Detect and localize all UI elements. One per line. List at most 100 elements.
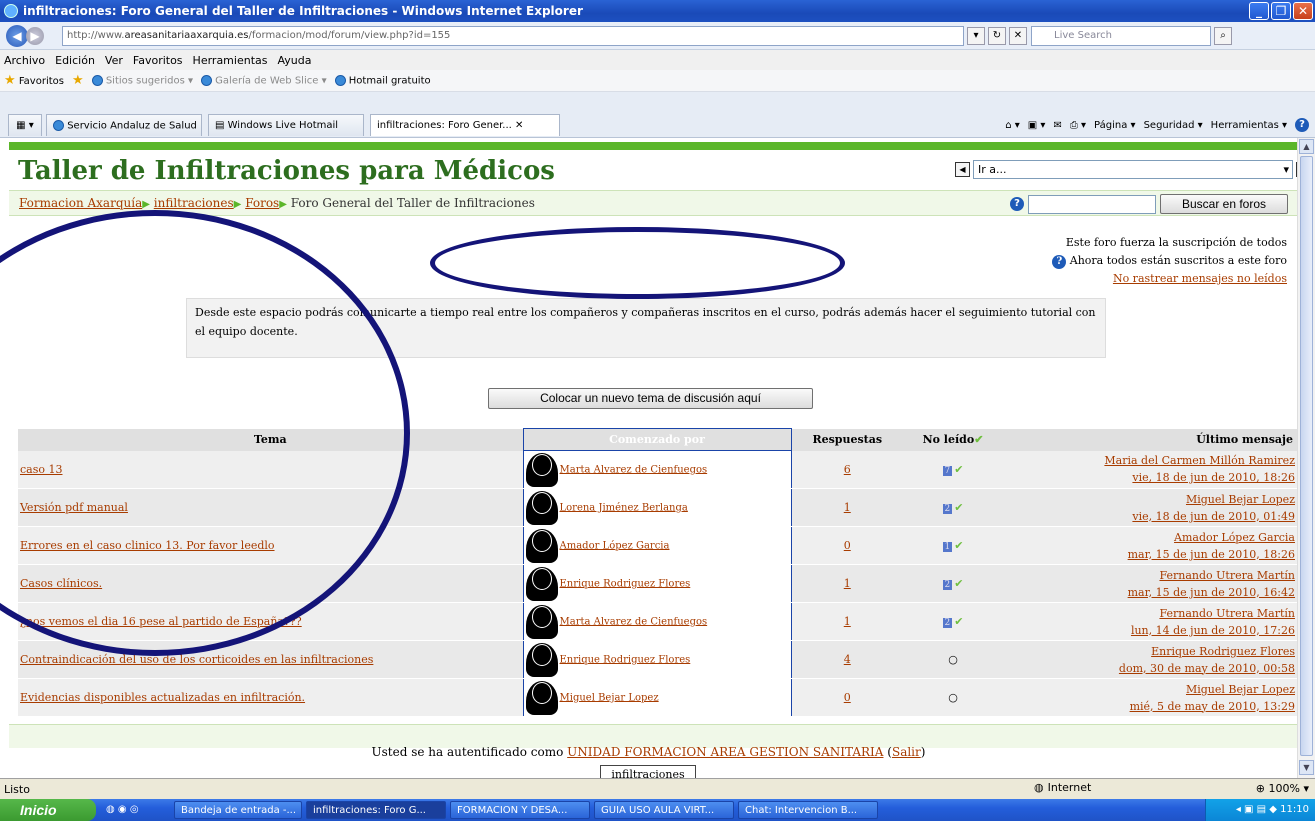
- replies-link[interactable]: 0: [844, 539, 851, 552]
- unread-count[interactable]: 7: [942, 465, 953, 476]
- prev-activity-button[interactable]: ◀: [955, 162, 970, 177]
- stop-icon[interactable]: ✕: [1009, 26, 1027, 45]
- replies-link[interactable]: 0: [844, 691, 851, 704]
- live-search-input[interactable]: Live Search: [1031, 25, 1211, 46]
- menu-archivo[interactable]: Archivo: [4, 54, 45, 67]
- desktop-icon[interactable]: ◎: [130, 804, 139, 815]
- tray-icons[interactable]: ◂ ▣ ▤ ◆: [1236, 804, 1277, 815]
- course-home-button[interactable]: infiltraciones: [600, 765, 696, 778]
- crumb-foros[interactable]: Foros: [245, 196, 279, 210]
- vertical-scrollbar[interactable]: ▲ ▼: [1297, 138, 1315, 778]
- author-link[interactable]: Marta Alvarez de Cienfuegos: [560, 616, 708, 627]
- help-icon[interactable]: ?: [1010, 197, 1024, 211]
- author-link[interactable]: Marta Alvarez de Cienfuegos: [560, 464, 708, 475]
- unread-count[interactable]: 2: [942, 618, 953, 628]
- mark-read-icon[interactable]: ✔: [954, 463, 963, 476]
- replies-link[interactable]: 4: [844, 653, 851, 666]
- last-post-date-link[interactable]: mar, 15 de jun de 2010, 16:42: [1128, 586, 1295, 599]
- media-icon[interactable]: ◉: [118, 804, 127, 815]
- feeds-icon[interactable]: ▣ ▾: [1028, 120, 1046, 131]
- taskbar-item[interactable]: FORMACION Y DESA...: [450, 801, 590, 819]
- crumb-infiltraciones[interactable]: infiltraciones: [154, 196, 234, 210]
- last-post-user-link[interactable]: Miguel Bejar Lopez: [1186, 493, 1295, 506]
- last-post-user-link[interactable]: Maria del Carmen Millón Ramirez: [1104, 454, 1295, 467]
- zoom-control[interactable]: ⊕ 100% ▾: [1256, 782, 1309, 795]
- author-link[interactable]: Enrique Rodriguez Flores: [560, 654, 691, 665]
- url-dropdown-icon[interactable]: ▾: [967, 26, 985, 45]
- taskbar-item-active[interactable]: infiltraciones: Foro G...: [306, 801, 446, 819]
- back-button[interactable]: ◀: [6, 24, 28, 47]
- mail-icon[interactable]: ✉: [1053, 120, 1061, 131]
- taskbar-item[interactable]: Chat: Intervencion B...: [738, 801, 878, 819]
- tab-hotmail[interactable]: ▤ Windows Live Hotmail: [208, 114, 364, 136]
- scroll-down-icon[interactable]: ▼: [1299, 760, 1314, 775]
- menu-edicion[interactable]: Edición: [55, 54, 95, 67]
- mark-read-icon[interactable]: ✔: [954, 615, 963, 628]
- fav-suggested-sites[interactable]: Sitios sugeridos ▾: [91, 74, 193, 86]
- taskbar-item[interactable]: Bandeja de entrada -...: [174, 801, 302, 819]
- help-icon[interactable]: ?: [1052, 255, 1067, 269]
- forum-search-input[interactable]: [1028, 194, 1156, 214]
- quick-tabs-button[interactable]: ▦ ▾: [8, 114, 42, 136]
- fav-hotmail[interactable]: Hotmail gratuito: [334, 74, 431, 86]
- last-post-date-link[interactable]: dom, 30 de may de 2010, 00:58: [1119, 662, 1295, 675]
- menu-herramientas[interactable]: Herramientas: [193, 54, 268, 67]
- home-icon[interactable]: ⌂ ▾: [1005, 120, 1020, 131]
- last-post-date-link[interactable]: vie, 18 de jun de 2010, 18:26: [1132, 471, 1295, 484]
- mark-read-icon[interactable]: ✔: [954, 539, 963, 552]
- taskbar-item[interactable]: GUIA USO AULA VIRT...: [594, 801, 734, 819]
- last-post-user-link[interactable]: Fernando Utrera Martín: [1159, 569, 1295, 582]
- fav-webslice-gallery[interactable]: Galería de Web Slice ▾: [200, 74, 327, 86]
- minimize-button[interactable]: _: [1249, 2, 1269, 20]
- new-topic-button[interactable]: Colocar un nuevo tema de discusión aquí: [488, 388, 813, 409]
- last-post-date-link[interactable]: mar, 15 de jun de 2010, 18:26: [1128, 548, 1295, 561]
- menu-ayuda[interactable]: Ayuda: [277, 54, 311, 67]
- logout-link[interactable]: Salir: [892, 745, 921, 759]
- last-post-user-link[interactable]: Amador López Garcia: [1174, 531, 1295, 544]
- scroll-thumb[interactable]: [1300, 156, 1313, 756]
- last-post-date-link[interactable]: mié, 5 de may de 2010, 13:29: [1130, 700, 1295, 713]
- search-forums-button[interactable]: Buscar en foros: [1160, 194, 1288, 214]
- replies-link[interactable]: 1: [844, 501, 851, 514]
- ie-quicklaunch-icon[interactable]: ◍: [106, 804, 115, 815]
- unread-count[interactable]: 1: [942, 542, 953, 552]
- crumb-formacion[interactable]: Formacion Axarquía: [19, 196, 142, 210]
- close-tab-icon[interactable]: ✕: [515, 120, 523, 131]
- mark-read-icon[interactable]: ✔: [954, 501, 963, 514]
- maximize-button[interactable]: ❐: [1271, 2, 1291, 20]
- replies-link[interactable]: 1: [844, 615, 851, 628]
- forward-button[interactable]: ▶: [26, 26, 44, 45]
- checkmark-icon[interactable]: ✔: [974, 433, 983, 446]
- help-icon[interactable]: ?: [1295, 118, 1309, 132]
- author-link[interactable]: Lorena Jiménez Berlanga: [560, 502, 688, 513]
- tab-servicio-andaluz[interactable]: Servicio Andaluz de Salud: [46, 114, 202, 136]
- url-field[interactable]: http://www. areasanitariaaxarquia.es/form…: [62, 25, 964, 46]
- replies-link[interactable]: 1: [844, 577, 851, 590]
- last-post-user-link[interactable]: Fernando Utrera Martín: [1159, 607, 1295, 620]
- replies-link[interactable]: 6: [844, 463, 851, 476]
- topic-link[interactable]: Contraindicación del uso de los corticoi…: [20, 653, 373, 666]
- refresh-icon[interactable]: ↻: [988, 26, 1006, 45]
- jump-select[interactable]: Ir a... ▾: [973, 160, 1293, 179]
- unread-count[interactable]: 2: [942, 580, 953, 590]
- start-button[interactable]: Inicio: [0, 799, 96, 821]
- untrack-unread-link[interactable]: No rastrear mensajes no leídos: [1113, 272, 1287, 285]
- last-post-date-link[interactable]: vie, 18 de jun de 2010, 01:49: [1132, 510, 1295, 523]
- cmd-herramientas[interactable]: Herramientas ▾: [1211, 120, 1287, 131]
- favorites-button[interactable]: ★ Favoritos: [4, 73, 64, 88]
- logged-user-link[interactable]: UNIDAD FORMACION AREA GESTION SANITARIA: [567, 745, 883, 759]
- mark-read-icon[interactable]: ✔: [954, 577, 963, 590]
- unread-count[interactable]: 2: [942, 504, 953, 514]
- scroll-up-icon[interactable]: ▲: [1299, 139, 1314, 154]
- author-link[interactable]: Amador López Garcia: [560, 540, 670, 551]
- author-link[interactable]: Miguel Bejar Lopez: [560, 692, 659, 703]
- last-post-user-link[interactable]: Miguel Bejar Lopez: [1186, 683, 1295, 696]
- tab-infiltraciones[interactable]: infiltraciones: Foro Gener... ✕: [370, 114, 560, 136]
- topic-link[interactable]: Evidencias disponibles actualizadas en i…: [20, 691, 305, 704]
- author-link[interactable]: Enrique Rodriguez Flores: [560, 578, 691, 589]
- menu-favoritos[interactable]: Favoritos: [133, 54, 183, 67]
- print-icon[interactable]: ⎙ ▾: [1070, 120, 1086, 131]
- search-icon[interactable]: ⌕: [1214, 26, 1232, 45]
- cmd-pagina[interactable]: Página ▾: [1094, 120, 1136, 131]
- add-favorite-icon[interactable]: ★: [72, 73, 84, 88]
